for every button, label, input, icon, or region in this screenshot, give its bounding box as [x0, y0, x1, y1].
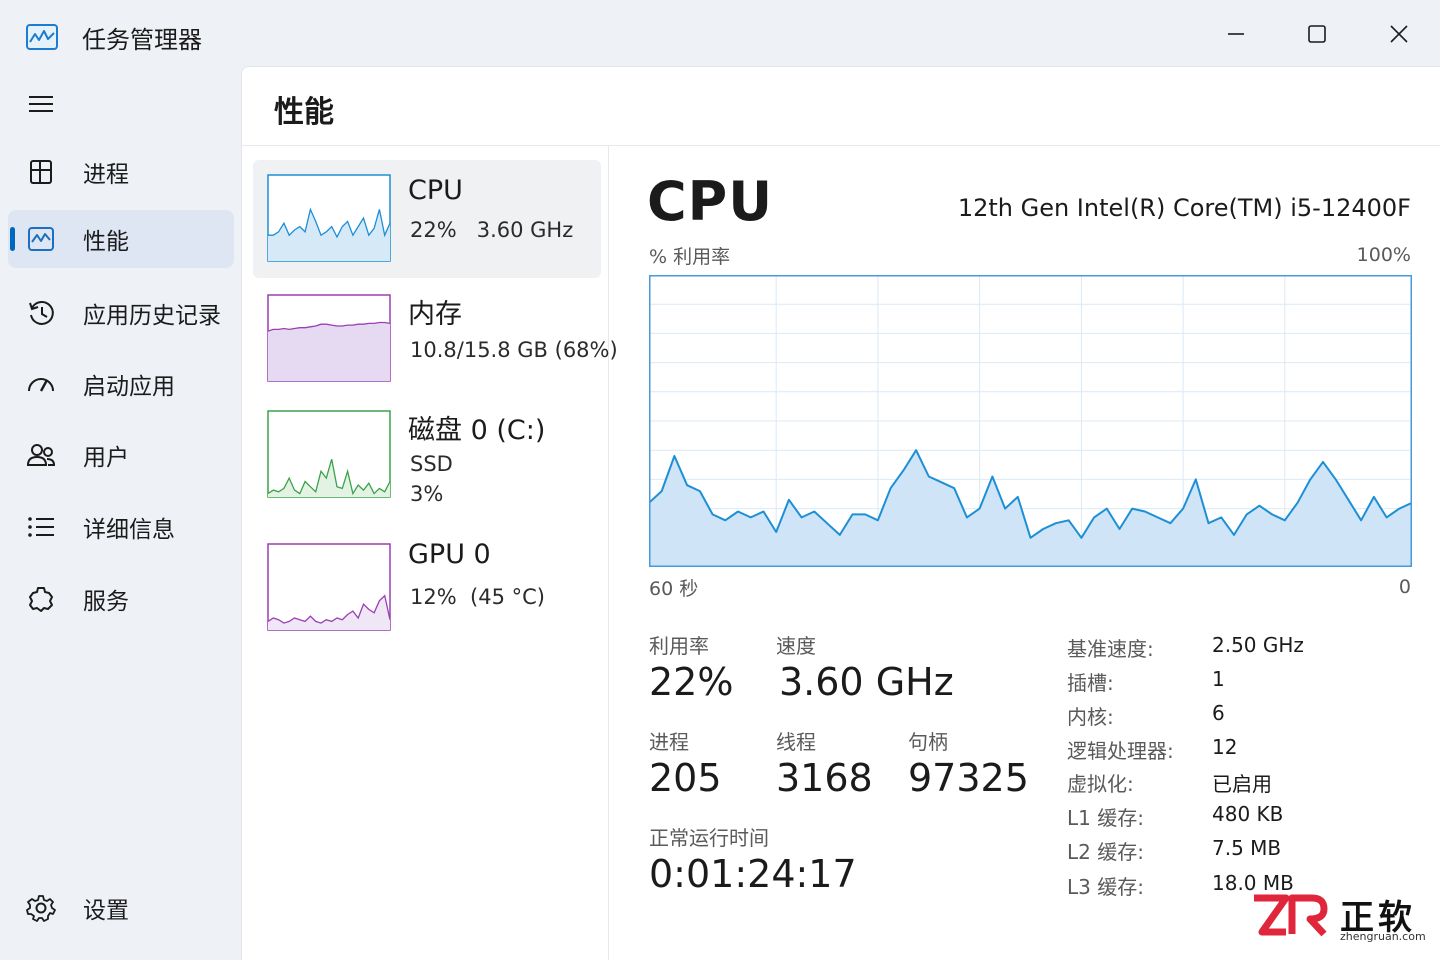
uptime-value: 0:01:24:17: [649, 852, 857, 896]
resource-item-cpu[interactable]: CPU 22% 3.60 GHz: [253, 160, 601, 278]
resource-summary: 12% (45 °C): [410, 585, 545, 609]
spec-value: 6: [1212, 701, 1225, 725]
zr-logo-icon: [1254, 894, 1328, 937]
handles-label: 句柄: [908, 730, 948, 754]
threads-value: 3168: [776, 756, 873, 800]
close-button[interactable]: [1371, 14, 1427, 54]
spec-key: 插槽:: [1067, 671, 1114, 695]
startup-icon: [28, 378, 54, 392]
services-icon: [29, 587, 53, 612]
users-icon: [26, 444, 56, 466]
cpu-utilization-graph: [649, 275, 1412, 567]
close-icon: [1390, 25, 1408, 43]
resource-item-memory[interactable]: 内存 10.8/15.8 GB (68%): [253, 280, 618, 398]
details-icon: [28, 517, 54, 537]
nav-item-services[interactable]: 服务: [8, 570, 234, 628]
utilization-label: 利用率: [649, 634, 709, 658]
nav-menu-button[interactable]: [26, 90, 56, 118]
nav-item-label: 用户: [83, 445, 129, 471]
resource-name: 内存: [408, 299, 462, 330]
nav-item-app-history[interactable]: 应用历史记录: [8, 284, 234, 342]
cpu-model-name: 12th Gen Intel(R) Core(TM) i5-12400F: [957, 194, 1411, 222]
spec-value: 2.50 GHz: [1212, 633, 1304, 657]
spec-key: 逻辑处理器:: [1067, 739, 1174, 763]
memory-sparkline: [267, 294, 391, 382]
nav-item-settings[interactable]: 设置: [8, 879, 234, 937]
gear-icon: [26, 895, 56, 922]
resource-name: GPU 0: [408, 539, 491, 570]
spec-key: L3 缓存:: [1067, 875, 1144, 899]
speed-label: 速度: [776, 634, 816, 658]
spec-value: 1: [1212, 667, 1225, 691]
task-manager-app-icon: [26, 24, 58, 50]
spec-key: L2 缓存:: [1067, 840, 1144, 864]
nav-item-users[interactable]: 用户: [8, 426, 234, 484]
resource-item-gpu[interactable]: GPU 0 12% (45 °C): [253, 529, 601, 647]
processes-icon: [30, 160, 52, 184]
nav-item-label: 详细信息: [83, 517, 175, 543]
resource-summary: 10.8/15.8 GB (68%): [410, 338, 618, 362]
nav-item-label: 启动应用: [83, 374, 175, 400]
nav-item-label: 进程: [83, 162, 129, 188]
maximize-button[interactable]: [1289, 14, 1345, 54]
nav-item-startup-apps[interactable]: 启动应用: [8, 355, 234, 413]
content-area: 性能 CPU 22% 3.60 GHz 内存 10.8/15.8 GB (68%…: [241, 66, 1440, 960]
resource-summary: 3%: [410, 482, 444, 506]
utilization-value: 22%: [649, 660, 734, 704]
task-manager-window: 任务管理器 进程 性能 应用历史记录 启动应用 用户 详细信息 服务 设置 性能…: [0, 0, 1440, 960]
hamburger-icon: [29, 96, 53, 112]
sparkline-area: [268, 322, 390, 381]
spec-key: 内核:: [1067, 705, 1114, 729]
watermark-domain: zhengruan.com: [1340, 930, 1426, 943]
nav-item-label: 应用历史记录: [83, 303, 221, 329]
minimize-icon: [1228, 33, 1244, 35]
resource-item-disk[interactable]: 磁盘 0 (C:) SSD 3%: [253, 396, 601, 514]
spec-key: 基准速度:: [1067, 637, 1154, 661]
resource-type: SSD: [410, 452, 453, 476]
active-indicator: [10, 227, 15, 251]
spec-value: 已启用: [1212, 772, 1272, 796]
watermark: 正软 zhengruan.com: [1252, 890, 1432, 950]
maximize-icon: [1308, 25, 1326, 43]
spec-value: 7.5 MB: [1212, 836, 1282, 860]
resource-name: 磁盘 0 (C:): [408, 415, 546, 446]
resource-name: CPU: [408, 175, 463, 206]
nav-item-processes[interactable]: 进程: [8, 143, 234, 201]
uptime-label: 正常运行时间: [649, 826, 769, 850]
spec-key: 虚拟化:: [1067, 772, 1134, 796]
graph-y-label: % 利用率: [649, 246, 731, 268]
nav-item-performance[interactable]: 性能: [8, 210, 234, 268]
gpu-sparkline: [267, 543, 391, 631]
cpu-detail-pane: CPU 12th Gen Intel(R) Core(TM) i5-12400F…: [609, 146, 1440, 960]
spec-value: 12: [1212, 735, 1238, 759]
cpu-sparkline: [267, 174, 391, 262]
history-icon: [29, 301, 54, 325]
performance-icon: [28, 227, 54, 251]
nav-item-label: 性能: [83, 229, 129, 255]
window-title: 任务管理器: [82, 26, 202, 54]
speed-value: 3.60 GHz: [779, 660, 954, 704]
disk-sparkline: [267, 410, 391, 498]
minimize-button[interactable]: [1208, 14, 1264, 54]
page-header: 性能: [242, 67, 1440, 146]
nav-item-label: 设置: [83, 898, 129, 924]
spec-key: L1 缓存:: [1067, 806, 1144, 830]
page-title: 性能: [274, 95, 334, 130]
graph-y-max: 100%: [1356, 244, 1411, 266]
processes-value: 205: [649, 756, 722, 800]
resource-list: CPU 22% 3.60 GHz 内存 10.8/15.8 GB (68%) 磁…: [242, 146, 618, 960]
detail-title: CPU: [647, 170, 774, 233]
spec-value: 480 KB: [1212, 802, 1284, 826]
graph-x-start: 60 秒: [649, 578, 699, 600]
threads-label: 线程: [776, 730, 816, 754]
graph-x-end: 0: [1398, 576, 1411, 598]
nav-item-details[interactable]: 详细信息: [8, 498, 234, 556]
nav-item-label: 服务: [83, 589, 129, 615]
title-bar: 任务管理器: [0, 0, 1440, 66]
handles-value: 97325: [908, 756, 1029, 800]
resource-summary: 22% 3.60 GHz: [410, 218, 574, 242]
processes-label: 进程: [649, 730, 689, 754]
